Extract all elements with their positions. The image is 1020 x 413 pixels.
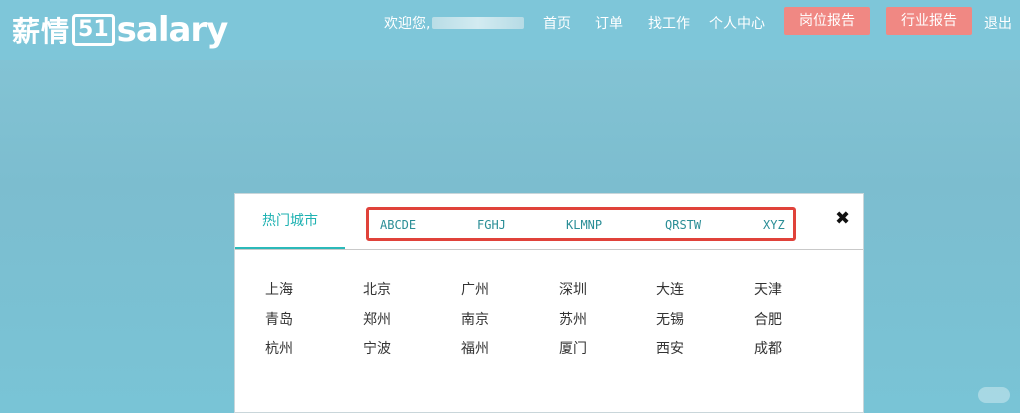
logo[interactable]: 薪情 51 salary	[12, 10, 229, 50]
welcome-message: 欢迎您,	[384, 13, 525, 33]
city-tabs-bar: 热门城市 ABCDE FGHJ KLMNP QRSTW XYZ ✖	[235, 194, 863, 250]
tab-hot-cities[interactable]: 热门城市	[235, 194, 345, 249]
tab-letters-klmnp[interactable]: KLMNP	[566, 218, 602, 232]
logo-number: 51	[72, 14, 115, 46]
city-item[interactable]: 无锡	[656, 309, 684, 329]
tab-letters-abcde[interactable]: ABCDE	[380, 218, 416, 232]
city-item[interactable]: 大连	[656, 279, 684, 299]
nav-home[interactable]: 首页	[543, 13, 571, 33]
industry-report-button[interactable]: 行业报告	[886, 7, 972, 35]
city-selector-panel: 热门城市 ABCDE FGHJ KLMNP QRSTW XYZ ✖ 上海 北京 …	[234, 193, 864, 413]
city-item[interactable]: 南京	[461, 309, 489, 329]
city-item[interactable]: 福州	[461, 338, 489, 358]
welcome-label: 欢迎您,	[384, 16, 431, 32]
nav-orders[interactable]: 订单	[595, 13, 623, 33]
logout-link[interactable]: 退出	[984, 13, 1012, 33]
city-item[interactable]: 深圳	[559, 279, 587, 299]
city-item[interactable]: 郑州	[363, 309, 391, 329]
nav-personal-center[interactable]: 个人中心	[709, 13, 765, 33]
city-item[interactable]: 西安	[656, 338, 684, 358]
city-item[interactable]: 合肥	[754, 309, 782, 329]
city-item[interactable]: 杭州	[265, 338, 293, 358]
logo-text-en: salary	[116, 10, 229, 50]
tab-letters-fghj[interactable]: FGHJ	[477, 218, 506, 232]
username-redacted	[432, 17, 525, 29]
nav-find-job[interactable]: 找工作	[648, 13, 690, 33]
close-icon[interactable]: ✖	[835, 208, 850, 229]
city-item[interactable]: 成都	[754, 338, 782, 358]
tab-letters-qrstw[interactable]: QRSTW	[665, 218, 701, 232]
top-bar: 薪情 51 salary 欢迎您, 首页 订单 找工作 个人中心 岗位报告 行业…	[0, 0, 1020, 60]
city-item[interactable]: 广州	[461, 279, 489, 299]
letter-tabs-group: ABCDE FGHJ KLMNP QRSTW XYZ	[366, 207, 796, 241]
city-item[interactable]: 厦门	[559, 338, 587, 358]
floating-badge[interactable]	[978, 387, 1010, 403]
city-item[interactable]: 上海	[265, 279, 293, 299]
city-item[interactable]: 北京	[363, 279, 391, 299]
tab-letters-xyz[interactable]: XYZ	[763, 218, 785, 232]
city-item[interactable]: 青岛	[265, 309, 293, 329]
logo-text-cn: 薪情	[12, 15, 71, 48]
city-item[interactable]: 宁波	[363, 338, 391, 358]
city-item[interactable]: 天津	[754, 279, 782, 299]
position-report-button[interactable]: 岗位报告	[784, 7, 870, 35]
city-item[interactable]: 苏州	[559, 309, 587, 329]
